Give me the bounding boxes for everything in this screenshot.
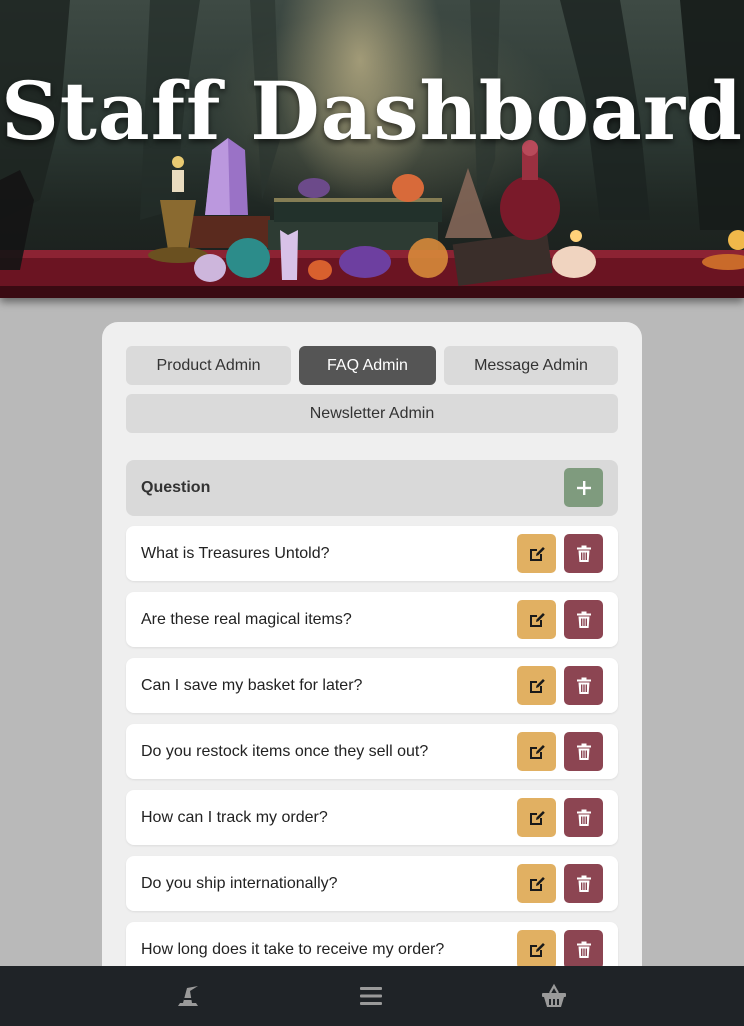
faq-question-text: Do you restock items once they sell out?: [141, 742, 429, 760]
faq-table-header: Question: [126, 460, 618, 516]
faq-row: Can I save my basket for later?: [126, 658, 618, 713]
edit-icon: [529, 678, 545, 693]
hero-banner: Staff Dashboard: [0, 0, 744, 298]
delete-faq-button[interactable]: [564, 666, 603, 705]
faq-row: What is Treasures Untold?: [126, 526, 618, 581]
admin-panel: Product Admin FAQ Admin Message Admin Ne…: [102, 322, 642, 1026]
edit-faq-button[interactable]: [517, 930, 556, 969]
faq-question-text: What is Treasures Untold?: [141, 544, 330, 562]
edit-faq-button[interactable]: [517, 864, 556, 903]
bottom-nav: [0, 966, 744, 1026]
edit-faq-button[interactable]: [517, 534, 556, 573]
delete-faq-button[interactable]: [564, 600, 603, 639]
delete-faq-button[interactable]: [564, 930, 603, 969]
nav-home[interactable]: [172, 980, 204, 1012]
edit-icon: [529, 612, 545, 627]
trash-icon: [576, 545, 591, 562]
delete-faq-button[interactable]: [564, 798, 603, 837]
edit-faq-button[interactable]: [517, 798, 556, 837]
faq-row: Are these real magical items?: [126, 592, 618, 647]
faq-question-text: How can I track my order?: [141, 808, 328, 826]
edit-faq-button[interactable]: [517, 666, 556, 705]
nav-basket[interactable]: [538, 980, 570, 1012]
edit-faq-button[interactable]: [517, 732, 556, 771]
delete-faq-button[interactable]: [564, 732, 603, 771]
witch-hat-icon: [178, 986, 198, 1006]
nav-menu[interactable]: [355, 980, 387, 1012]
delete-faq-button[interactable]: [564, 864, 603, 903]
edit-icon: [529, 942, 545, 957]
edit-icon: [529, 546, 545, 561]
add-faq-button[interactable]: [564, 468, 603, 507]
tab-newsletter-admin[interactable]: Newsletter Admin: [126, 394, 618, 433]
faq-question-text: Are these real magical items?: [141, 610, 352, 628]
faq-question-text: How long does it take to receive my orde…: [141, 940, 445, 958]
trash-icon: [576, 875, 591, 892]
trash-icon: [576, 743, 591, 760]
page-title: Staff Dashboard: [1, 64, 743, 158]
faq-row: Do you ship internationally?: [126, 856, 618, 911]
faq-row: How can I track my order?: [126, 790, 618, 845]
tab-message-admin[interactable]: Message Admin: [444, 346, 618, 385]
tab-faq-admin[interactable]: FAQ Admin: [299, 346, 436, 385]
basket-icon: [542, 983, 566, 1007]
edit-icon: [529, 876, 545, 891]
trash-icon: [576, 611, 591, 628]
plus-icon: [576, 480, 591, 495]
faq-question-text: Can I save my basket for later?: [141, 676, 363, 694]
menu-icon: [360, 987, 382, 1005]
edit-icon: [529, 810, 545, 825]
delete-faq-button[interactable]: [564, 534, 603, 573]
faq-row: Do you restock items once they sell out?: [126, 724, 618, 779]
trash-icon: [576, 677, 591, 694]
faq-question-text: Do you ship internationally?: [141, 874, 338, 892]
edit-icon: [529, 744, 545, 759]
edit-faq-button[interactable]: [517, 600, 556, 639]
trash-icon: [576, 809, 591, 826]
trash-icon: [576, 941, 591, 958]
tab-product-admin[interactable]: Product Admin: [126, 346, 291, 385]
question-column-header: Question: [141, 479, 211, 496]
